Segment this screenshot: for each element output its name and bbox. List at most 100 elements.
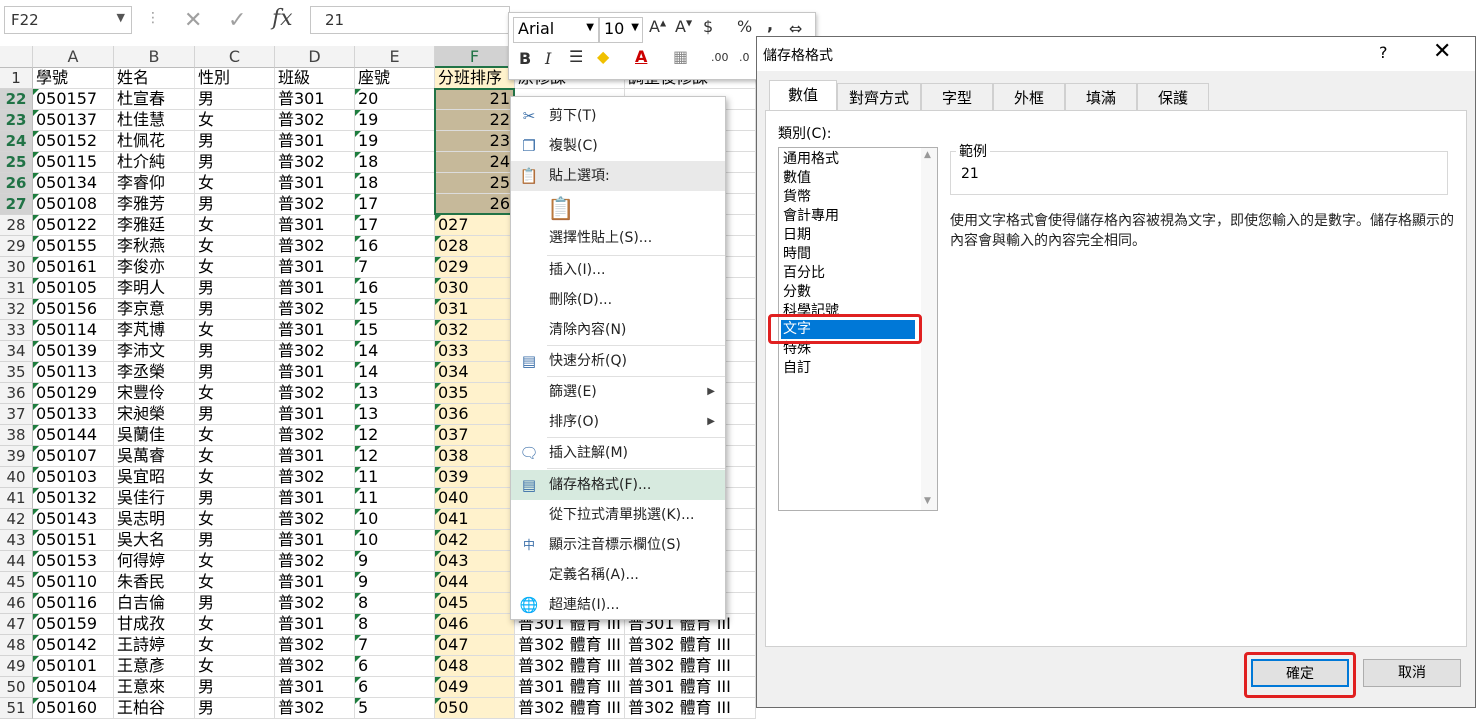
font-name-box[interactable]: Arial ▼ (513, 17, 599, 43)
cell-d[interactable]: 普301 (275, 278, 355, 299)
cell-b[interactable]: 吳宜昭 (114, 467, 195, 488)
category-item[interactable]: 貨幣 (783, 188, 811, 207)
category-item[interactable]: 會計專用 (783, 207, 839, 226)
row-header[interactable]: 43 (0, 530, 33, 551)
row-header[interactable]: 45 (0, 572, 33, 593)
cell-e[interactable]: 10 (355, 509, 435, 530)
cell-d[interactable]: 普301 (275, 488, 355, 509)
cell-d[interactable]: 普301 (275, 257, 355, 278)
cell-h[interactable]: 普302 體育 III (625, 656, 756, 677)
row-header[interactable]: 33 (0, 320, 33, 341)
cell-d[interactable]: 普302 (275, 299, 355, 320)
menu-item-copy[interactable]: ❐ 複製(C) (511, 131, 725, 161)
cell-e[interactable]: 19 (355, 110, 435, 131)
menu-item-phonetic[interactable]: 中顯示注音標示欄位(S) (511, 530, 725, 560)
cell-d[interactable]: 普301 (275, 404, 355, 425)
column-header-d[interactable]: D (275, 46, 355, 68)
scroll-down-icon[interactable]: ▼ (924, 496, 931, 506)
cell-e[interactable]: 16 (355, 278, 435, 299)
align-center-icon[interactable]: ☰ (569, 47, 583, 66)
cell-h[interactable]: 普302 體育 III (625, 698, 756, 719)
cell-a[interactable]: 050139 (33, 341, 114, 362)
decrease-decimal-icon[interactable]: .0 (739, 51, 750, 64)
cell-f[interactable]: 032 (435, 320, 515, 341)
tab-font[interactable]: 字型 (921, 83, 993, 111)
cell-f[interactable]: 050 (435, 698, 515, 719)
cell-e[interactable]: 7 (355, 257, 435, 278)
cell-a[interactable]: 050129 (33, 383, 114, 404)
row-header[interactable]: 24 (0, 131, 33, 152)
cell-e[interactable]: 9 (355, 572, 435, 593)
cell-a[interactable]: 050103 (33, 467, 114, 488)
header-cell[interactable]: 座號 (355, 68, 435, 89)
cell-d[interactable]: 普302 (275, 656, 355, 677)
row-header[interactable]: 49 (0, 656, 33, 677)
borders-icon[interactable]: ▦ (673, 47, 688, 66)
cell-f[interactable]: 046 (435, 614, 515, 635)
currency-icon[interactable]: $ (703, 17, 713, 36)
decrease-font-icon[interactable]: A▼ (675, 17, 692, 36)
cell-a[interactable]: 050132 (33, 488, 114, 509)
row-header[interactable]: 51 (0, 698, 33, 719)
row-header[interactable]: 44 (0, 551, 33, 572)
cell-a[interactable]: 050114 (33, 320, 114, 341)
cell-a[interactable]: 050159 (33, 614, 114, 635)
menu-item-pick-list[interactable]: 從下拉式清單挑選(K)... (511, 500, 725, 530)
cell-b[interactable]: 吳佳行 (114, 488, 195, 509)
row-header[interactable]: 40 (0, 467, 33, 488)
cell-a[interactable]: 050110 (33, 572, 114, 593)
cell-d[interactable]: 普301 (275, 215, 355, 236)
cell-f[interactable]: 029 (435, 257, 515, 278)
cell-b[interactable]: 何得婷 (114, 551, 195, 572)
row-header[interactable]: 31 (0, 278, 33, 299)
cell-c[interactable]: 男 (195, 488, 275, 509)
cell-f[interactable]: 035 (435, 383, 515, 404)
cell-c[interactable]: 男 (195, 278, 275, 299)
header-cell[interactable]: 學號 (33, 68, 114, 89)
scroll-up-icon[interactable]: ▲ (924, 150, 931, 160)
cell-a[interactable]: 050105 (33, 278, 114, 299)
cell-b[interactable]: 杜佳慧 (114, 110, 195, 131)
cell-b[interactable]: 杜宣春 (114, 89, 195, 110)
cell-a[interactable]: 050133 (33, 404, 114, 425)
menu-item-insert-comment[interactable]: 🗨 插入註解(M) (511, 438, 725, 468)
cell-f[interactable]: 037 (435, 425, 515, 446)
cell-c[interactable]: 男 (195, 341, 275, 362)
cell-d[interactable]: 普301 (275, 173, 355, 194)
header-cell[interactable]: 分班排序 (435, 68, 515, 89)
cell-g[interactable]: 普302 體育 III (515, 635, 625, 656)
cell-e[interactable]: 14 (355, 341, 435, 362)
chevron-down-icon[interactable]: ▼ (631, 22, 639, 33)
cell-c[interactable]: 女 (195, 551, 275, 572)
cell-h[interactable]: 普302 體育 III (625, 635, 756, 656)
cell-a[interactable]: 050143 (33, 509, 114, 530)
cell-b[interactable]: 李俊亦 (114, 257, 195, 278)
row-header[interactable]: 38 (0, 425, 33, 446)
cell-b[interactable]: 王意來 (114, 677, 195, 698)
increase-font-icon[interactable]: A▲ (649, 17, 666, 36)
cell-c[interactable]: 男 (195, 698, 275, 719)
row-header[interactable]: 37 (0, 404, 33, 425)
cell-d[interactable]: 普301 (275, 131, 355, 152)
cell-c[interactable]: 女 (195, 110, 275, 131)
cell-d[interactable]: 普302 (275, 236, 355, 257)
category-item[interactable]: 自訂 (783, 359, 811, 378)
cell-c[interactable]: 男 (195, 194, 275, 215)
column-header-f[interactable]: F (435, 46, 515, 68)
increase-decimal-icon[interactable]: .00 (711, 51, 729, 64)
cell-d[interactable]: 普302 (275, 425, 355, 446)
cell-e[interactable]: 12 (355, 425, 435, 446)
cell-b[interactable]: 吳大名 (114, 530, 195, 551)
bold-button[interactable]: B (519, 49, 531, 68)
row-header[interactable]: 50 (0, 677, 33, 698)
cell-f[interactable]: 043 (435, 551, 515, 572)
cell-e[interactable]: 17 (355, 215, 435, 236)
select-all-corner[interactable] (0, 46, 33, 68)
row-header[interactable]: 25 (0, 152, 33, 173)
cell-e[interactable]: 15 (355, 320, 435, 341)
cell-b[interactable]: 杜佩花 (114, 131, 195, 152)
cell-c[interactable]: 女 (195, 656, 275, 677)
header-cell[interactable]: 姓名 (114, 68, 195, 89)
row-header[interactable]: 26 (0, 173, 33, 194)
cell-e[interactable]: 8 (355, 593, 435, 614)
